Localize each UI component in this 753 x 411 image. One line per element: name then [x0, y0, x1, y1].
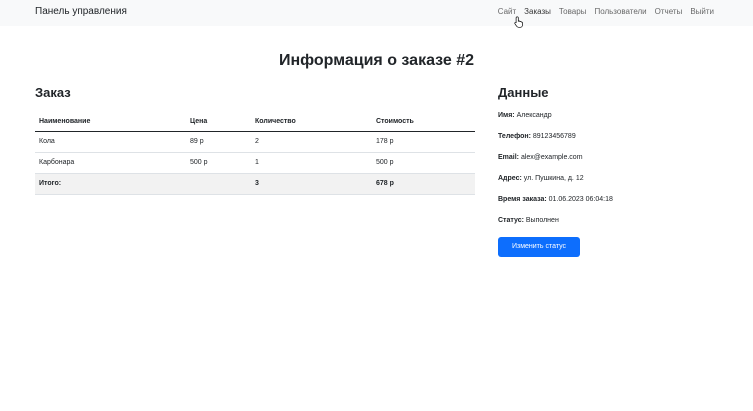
order-status: Статус: Выполнен: [498, 217, 559, 224]
hand-pointer-icon: [514, 16, 523, 28]
order-time: Время заказа: 01.06.2023 06:04:18: [498, 196, 613, 203]
customer-name-label: Имя:: [498, 112, 515, 119]
customer-email: Email: alex@example.com: [498, 154, 583, 161]
cell-cost: 500 р: [372, 152, 475, 174]
customer-name-value: Александр: [514, 112, 552, 119]
column-header-quantity: Количество: [251, 113, 372, 132]
column-header-price: Цена: [186, 113, 251, 132]
cell-cost: 178 р: [372, 131, 475, 153]
cell-quantity: 2: [251, 131, 372, 153]
total-cost: 678 р: [372, 173, 475, 195]
column-header-name: Наименование: [35, 113, 186, 132]
navbar-brand[interactable]: Панель управления: [35, 6, 127, 17]
order-section-title: Заказ: [35, 85, 71, 100]
column-header-cost: Стоимость: [372, 113, 475, 132]
nav-link-products[interactable]: Товары: [559, 7, 587, 16]
order-time-value: 01.06.2023 06:04:18: [546, 196, 613, 203]
nav-link-reports[interactable]: Отчеты: [655, 7, 683, 16]
page-title: Информация о заказе #2: [278, 52, 475, 69]
order-table: Наименование Цена Количество Стоимость К…: [35, 113, 475, 195]
table-total-row: Итого: 3 678 р: [35, 173, 475, 195]
nav-link-users[interactable]: Пользователи: [594, 7, 646, 16]
total-price: [186, 173, 251, 195]
navbar: Панель управления Сайт Заказы Товары Пол…: [0, 0, 753, 26]
nav-link-logout[interactable]: Выйти: [690, 7, 714, 16]
details-section-title: Данные: [498, 85, 549, 100]
cell-price: 89 р: [186, 131, 251, 153]
customer-address-label: Адрес:: [498, 175, 522, 182]
nav-link-site[interactable]: Сайт: [498, 7, 516, 16]
nav-link-orders[interactable]: Заказы: [524, 7, 551, 16]
table-row: Карбонара 500 р 1 500 р: [35, 152, 475, 174]
order-status-label: Статус:: [498, 217, 524, 224]
nav-links: Сайт Заказы Товары Пользователи Отчеты В…: [498, 7, 714, 16]
change-status-button[interactable]: Изменить статус: [498, 237, 580, 257]
total-label: Итого:: [35, 173, 186, 195]
table-row: Кола 89 р 2 178 р: [35, 131, 475, 153]
order-time-label: Время заказа:: [498, 196, 547, 203]
customer-name: Имя: Александр: [498, 112, 552, 119]
customer-email-value: alex@example.com: [519, 154, 583, 161]
order-status-value: Выполнен: [523, 217, 559, 224]
customer-phone: Телефон: 89123456789: [498, 133, 576, 140]
cell-quantity: 1: [251, 152, 372, 174]
cell-price: 500 р: [186, 152, 251, 174]
customer-email-label: Email:: [498, 154, 520, 161]
customer-address-value: ул. Пушкина, д. 12: [521, 175, 584, 182]
customer-phone-label: Телефон:: [498, 133, 531, 140]
cell-name: Карбонара: [35, 152, 186, 174]
table-header-row: Наименование Цена Количество Стоимость: [35, 113, 475, 132]
customer-address: Адрес: ул. Пушкина, д. 12: [498, 175, 584, 182]
customer-phone-value: 89123456789: [530, 133, 576, 140]
total-quantity: 3: [251, 173, 372, 195]
cell-name: Кола: [35, 131, 186, 153]
